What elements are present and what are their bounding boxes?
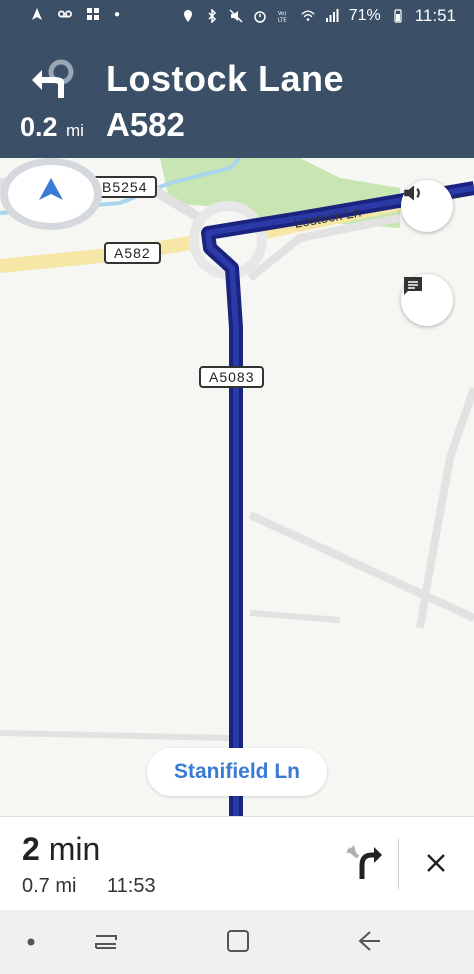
alternate-routes-icon[interactable] [344, 843, 384, 883]
maneuver-distance-unit: mi [66, 121, 84, 140]
volte-icon: Vo)LTE [278, 11, 287, 23]
status-bar: ● Vo) LTE 71% 11:51 [0, 0, 474, 32]
location-icon [183, 10, 192, 22]
road-label-a5083: A5083 [199, 366, 265, 388]
report-icon [404, 277, 422, 295]
bluetooth-icon [208, 9, 216, 23]
volume-icon [404, 185, 420, 201]
mute-icon [229, 9, 243, 23]
home-icon[interactable] [225, 928, 251, 954]
next-road-number: A582 [106, 106, 185, 143]
eta-duration-unit: min [48, 831, 101, 867]
next-street-name: Lostock Lane [106, 58, 345, 99]
navigation-notification-icon [32, 8, 42, 20]
battery-percent: 71% [348, 7, 381, 24]
current-location-marker [0, 158, 102, 230]
arrival-time: 11:53 [107, 875, 156, 897]
maneuver-distance: 0.2 [20, 112, 58, 142]
back-icon[interactable] [356, 928, 384, 954]
report-button[interactable] [401, 274, 453, 326]
minor-road [0, 730, 231, 741]
road-label-a582: A582 [104, 242, 161, 264]
remaining-distance: 0.7 mi [22, 875, 77, 897]
trip-summary-bar[interactable]: 2 min 0.7 mi 11:53 [0, 816, 474, 911]
minor-road [249, 610, 341, 623]
voicemail-icon [58, 10, 72, 18]
volume-button[interactable] [401, 180, 453, 232]
eta-duration: 2 min [22, 831, 100, 868]
map-canvas: Lostock Ln [0, 158, 474, 816]
svg-text:Vo): Vo) [278, 11, 286, 17]
status-time: 11:51 [414, 6, 456, 25]
minor-road [416, 386, 474, 629]
recent-apps-icon[interactable] [92, 930, 120, 954]
nav-dot-icon [27, 938, 35, 946]
signal-icon [325, 9, 339, 22]
battery-icon [394, 9, 402, 23]
major-road-a582 [0, 236, 192, 273]
map-view[interactable]: Lostock Ln B5254 A582 A5083 Stanifield L… [0, 158, 474, 816]
alarm-icon [253, 11, 266, 23]
wifi-icon [301, 10, 315, 21]
svg-text:LTE: LTE [278, 17, 287, 23]
navigation-header[interactable]: 0.2 mi Lostock Lane A582 [0, 32, 474, 158]
close-navigation-icon[interactable] [420, 847, 452, 879]
system-navigation-bar [0, 910, 474, 974]
current-street-label: Stanifield Ln [147, 748, 327, 796]
roundabout-left-icon [32, 59, 74, 98]
app-notification-icon [87, 8, 99, 20]
more-notifications-dot: ● [114, 8, 121, 20]
bottom-divider [398, 839, 399, 889]
eta-duration-value: 2 [22, 831, 40, 867]
